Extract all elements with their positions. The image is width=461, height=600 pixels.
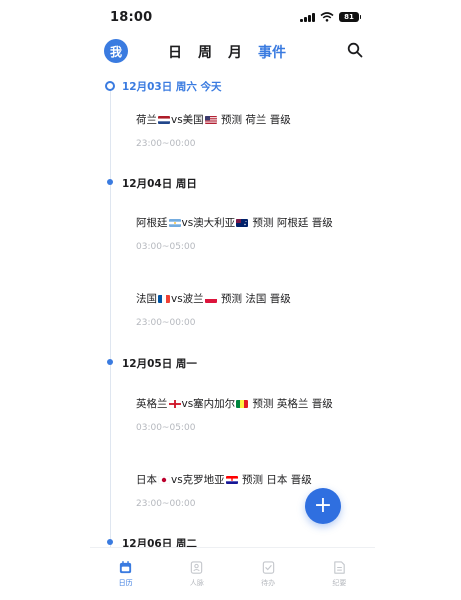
status-bar: 18:00 81 <box>90 8 375 30</box>
nav-todo[interactable]: 待办 <box>233 548 304 600</box>
status-icons: 81 <box>300 12 361 22</box>
japan-flag-icon <box>158 476 170 484</box>
usa-flag-icon <box>204 116 217 124</box>
day-header: 12月05日 周一 <box>122 358 197 370</box>
day-header: 12月03日 周六 今天 <box>122 81 222 93</box>
event-title: 法国 vs波兰 预测 法国 晋级 <box>136 293 291 305</box>
event-item[interactable]: 荷兰 vs美国 预测 荷兰 晋级 23:00~00:00 <box>136 112 367 149</box>
nav-label: 待办 <box>261 579 276 587</box>
event-time: 03:00~05:00 <box>136 423 196 433</box>
france-flag-icon <box>158 295 170 303</box>
tab-month[interactable]: 月 <box>228 42 242 62</box>
bottom-nav: 日历 人脉 待办 纪要 <box>90 547 375 600</box>
wifi-icon <box>320 12 334 22</box>
event-item[interactable]: 法国 vs波兰 预测 法国 晋级 23:00~00:00 <box>136 291 367 328</box>
add-event-button[interactable]: + <box>305 488 341 524</box>
timeline-line <box>110 86 111 548</box>
event-title: 日本 vs克罗地亚 预测 日本 晋级 <box>136 474 312 486</box>
netherlands-flag-icon <box>158 116 170 124</box>
event-list: 12月03日 周六 今天 荷兰 vs美国 预测 荷兰 晋级 23:00~00:00… <box>90 72 375 548</box>
status-time: 18:00 <box>110 10 153 25</box>
nav-label: 人脉 <box>189 579 204 587</box>
nav-label: 纪要 <box>332 579 347 587</box>
tab-day[interactable]: 日 <box>168 42 182 62</box>
nav-notes[interactable]: 纪要 <box>304 548 375 600</box>
day-header: 12月04日 周日 <box>122 178 197 190</box>
nav-calendar[interactable]: 日历 <box>90 548 161 600</box>
day-marker-icon <box>107 539 113 545</box>
top-bar: 我 日 周 月 事件 <box>90 38 375 64</box>
nav-contacts[interactable]: 人脉 <box>161 548 232 600</box>
event-item[interactable]: 阿根廷 vs澳大利亚 预测 阿根廷 晋级 03:00~05:00 <box>136 215 367 252</box>
event-time: 23:00~00:00 <box>136 139 196 149</box>
notes-icon <box>334 561 345 574</box>
tab-events[interactable]: 事件 <box>258 42 286 62</box>
nav-label: 日历 <box>118 579 133 587</box>
contacts-icon <box>191 561 203 574</box>
event-title: 荷兰 vs美国 预测 荷兰 晋级 <box>136 114 291 126</box>
event-time: 23:00~00:00 <box>136 318 196 328</box>
england-flag-icon <box>168 400 181 408</box>
battery-icon: 81 <box>339 12 361 22</box>
event-title: 阿根廷 vs澳大利亚 预测 阿根廷 晋级 <box>136 217 333 229</box>
senegal-flag-icon <box>236 400 249 408</box>
today-marker-icon <box>105 81 115 91</box>
signal-icon <box>300 12 315 22</box>
event-item[interactable]: 英格兰 vs塞内加尔 预测 英格兰 晋级 03:00~05:00 <box>136 396 367 433</box>
day-marker-icon <box>107 359 113 365</box>
poland-flag-icon <box>204 295 217 303</box>
australia-flag-icon <box>236 219 249 227</box>
event-title: 英格兰 vs塞内加尔 预测 英格兰 晋级 <box>136 398 333 410</box>
argentina-flag-icon <box>168 219 181 227</box>
day-marker-icon <box>107 179 113 185</box>
avatar[interactable]: 我 <box>104 39 128 63</box>
todo-icon <box>262 561 274 574</box>
event-time: 03:00~05:00 <box>136 242 196 252</box>
croatia-flag-icon <box>225 476 238 484</box>
tab-week[interactable]: 周 <box>198 42 212 62</box>
search-icon[interactable] <box>347 42 363 58</box>
app-screen: 18:00 81 我 日 周 月 事件 12月03日 周六 今天 荷兰 vs美国… <box>90 0 375 600</box>
view-tabs: 日 周 月 事件 <box>168 42 286 62</box>
calendar-icon <box>120 560 132 574</box>
